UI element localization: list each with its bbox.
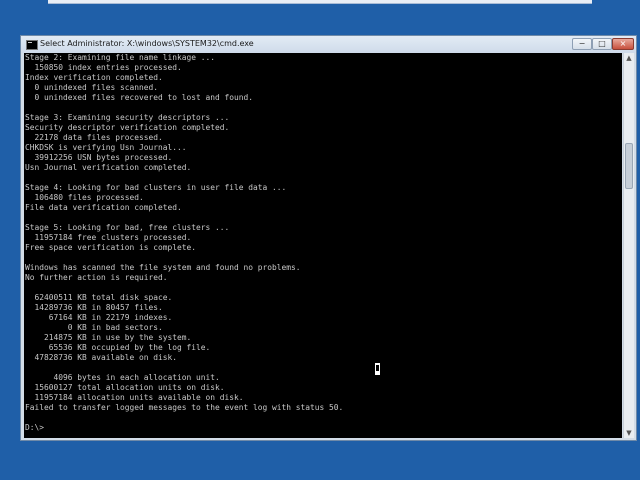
- cmd-window[interactable]: Select Administrator: X:\windows\SYSTEM3…: [20, 35, 637, 441]
- console-output-area[interactable]: Stage 2: Examining file name linkage ...…: [24, 53, 622, 438]
- console-line: 65536 KB occupied by the log file.: [25, 343, 211, 352]
- background-window-edge: [48, 0, 592, 4]
- console-line: 4096 bytes in each allocation unit.: [25, 373, 220, 382]
- title-bar[interactable]: Select Administrator: X:\windows\SYSTEM3…: [21, 36, 636, 53]
- minimize-button[interactable]: −: [572, 38, 592, 50]
- console-line: No further action is required.: [25, 273, 168, 282]
- console-line: Index verification completed.: [25, 73, 163, 82]
- console-line: 106480 files processed.: [25, 193, 144, 202]
- console-line: Stage 3: Examining security descriptors …: [25, 113, 230, 122]
- console-line: 0 unindexed files recovered to lost and …: [25, 93, 254, 102]
- console-line: 11957184 free clusters processed.: [25, 233, 192, 242]
- console-line: File data verification completed.: [25, 203, 182, 212]
- console-line: D:\>: [25, 423, 45, 432]
- vertical-scrollbar[interactable]: ▲ ▼: [623, 53, 634, 438]
- console-line: Failed to transfer logged messages to th…: [25, 403, 344, 412]
- console-line: Stage 2: Examining file name linkage ...: [25, 53, 216, 62]
- console-line: 22178 data files processed.: [25, 133, 163, 142]
- console-line: 214875 KB in use by the system.: [25, 333, 192, 342]
- window-title: Select Administrator: X:\windows\SYSTEM3…: [40, 39, 254, 48]
- console-line: Windows has scanned the file system and …: [25, 263, 301, 272]
- console-line: 15600127 total allocation units on disk.: [25, 383, 225, 392]
- console-text: Stage 2: Examining file name linkage ...…: [25, 53, 343, 433]
- scroll-down-arrow-icon[interactable]: ▼: [624, 428, 634, 438]
- console-line: 62400511 KB total disk space.: [25, 293, 173, 302]
- console-line: Free space verification is complete.: [25, 243, 197, 252]
- console-line: CHKDSK is verifying Usn Journal...: [25, 143, 187, 152]
- console-line: Stage 5: Looking for bad, free clusters …: [25, 223, 230, 232]
- scrollbar-thumb[interactable]: [625, 143, 633, 189]
- cmd-icon: [26, 40, 38, 50]
- maximize-button[interactable]: □: [592, 38, 612, 50]
- console-line: 14289736 KB in 80457 files.: [25, 303, 163, 312]
- console-line: 47828736 KB available on disk.: [25, 353, 178, 362]
- scroll-up-arrow-icon[interactable]: ▲: [624, 53, 634, 63]
- console-line: 0 KB in bad sectors.: [25, 323, 163, 332]
- console-line: 11957184 allocation units available on d…: [25, 393, 244, 402]
- console-line: 67164 KB in 22179 indexes.: [25, 313, 173, 322]
- console-line: Usn Journal verification completed.: [25, 163, 192, 172]
- console-line: 150850 index entries processed.: [25, 63, 182, 72]
- console-line: Stage 4: Looking for bad clusters in use…: [25, 183, 287, 192]
- close-button[interactable]: ×: [612, 38, 634, 50]
- console-line: Security descriptor verification complet…: [25, 123, 230, 132]
- console-line: 39912256 USN bytes processed.: [25, 153, 173, 162]
- mouse-pointer-icon: [374, 362, 381, 376]
- console-line: 0 unindexed files scanned.: [25, 83, 159, 92]
